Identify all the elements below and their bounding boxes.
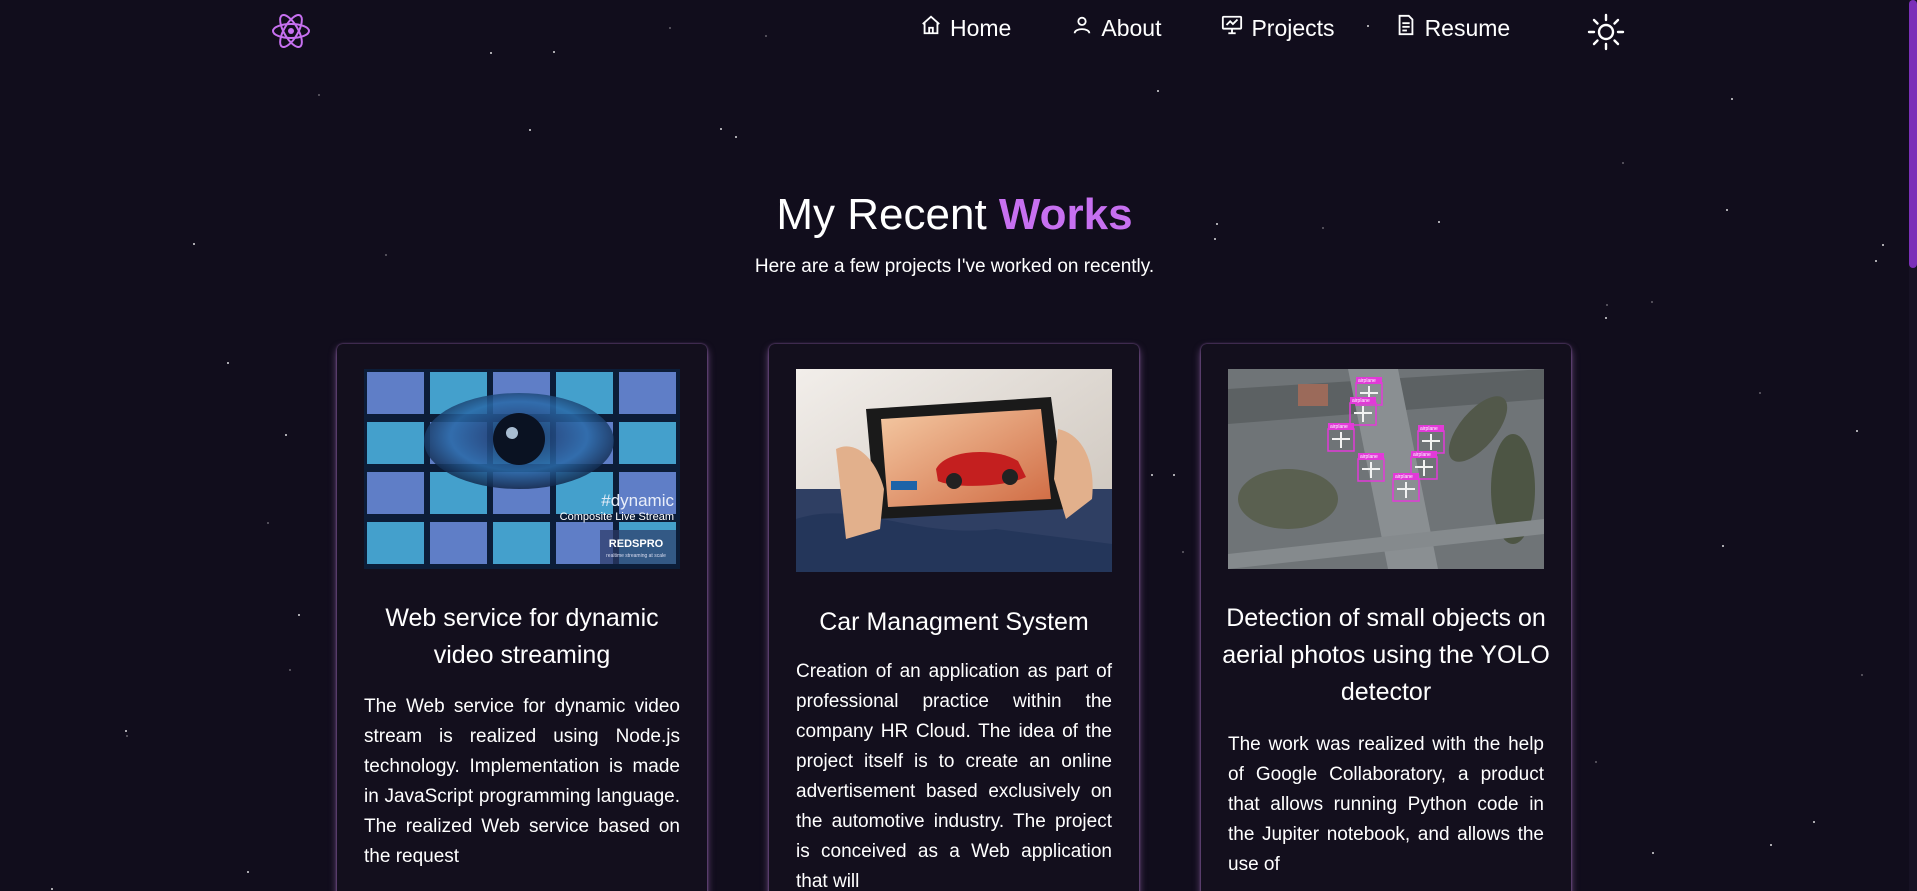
navbar: Home About Projects Resume (0, 0, 1909, 64)
project-card: airplane airplane airplane airplane airplane… (1201, 344, 1571, 891)
nav-about[interactable]: About (1071, 14, 1161, 42)
page-title-prefix: My Recent (776, 190, 987, 239)
detection-label: airplane (1413, 452, 1431, 458)
project-description: Creation of an application as part of pr… (796, 661, 1112, 891)
image-caption-text: Composite Live Stream (560, 511, 674, 523)
page: Home About Projects Resume My Recent Wor… (0, 0, 1917, 891)
image-tag-text: #dynamic (601, 491, 674, 510)
project-description: The work was realized with the help of G… (1228, 734, 1544, 875)
project-description: The Web service for dynamic video stream… (364, 696, 680, 867)
project-card: #dynamic Composite Live Stream REDSPRO r… (337, 344, 707, 891)
nav-about-label: About (1101, 14, 1162, 41)
scrollbar[interactable] (1909, 0, 1917, 891)
nav-home-label: Home (950, 14, 1012, 41)
nav-resume-label: Resume (1424, 14, 1511, 41)
detection-label: airplane (1395, 474, 1413, 480)
nav-links: Home About Projects Resume (920, 14, 1510, 42)
image-brand-text: REDSPRO (609, 538, 664, 550)
page-title: My Recent Works (0, 190, 1909, 240)
project-image-tablet-car (796, 369, 1112, 572)
project-image-video-wall: #dynamic Composite Live Stream REDSPRO r… (364, 369, 680, 569)
project-image-aerial-detection: airplane airplane airplane airplane airplane… (1228, 369, 1544, 569)
document-icon (1395, 14, 1417, 42)
detection-label: airplane (1360, 454, 1378, 460)
page-subtitle: Here are a few projects I've worked on r… (754, 256, 1155, 277)
project-title: Web service for dynamic video streaming (385, 604, 659, 669)
nav-resume[interactable]: Resume (1395, 14, 1511, 42)
project-title: Detection of small objects on aerial pho… (1222, 604, 1550, 706)
sun-icon[interactable] (1587, 13, 1625, 51)
presentation-icon (1221, 14, 1243, 42)
user-icon (1071, 14, 1093, 42)
project-title: Car Managment System (819, 608, 1089, 636)
page-title-accent: Works (998, 190, 1133, 239)
project-card: Car Managment System Creation of an appl… (769, 344, 1139, 891)
atom-icon[interactable] (270, 10, 312, 52)
detection-label: airplane (1330, 424, 1348, 430)
nav-projects-label: Projects (1251, 14, 1335, 41)
scrollbar-thumb[interactable] (1909, 0, 1917, 268)
detection-label: airplane (1420, 426, 1438, 432)
detection-label: airplane (1358, 378, 1376, 384)
image-brand-sub-text: realtime streaming at scale (606, 553, 666, 559)
detection-label: airplane (1352, 398, 1370, 404)
nav-projects[interactable]: Projects (1221, 14, 1335, 42)
home-icon (920, 14, 942, 42)
nav-home[interactable]: Home (920, 14, 1011, 42)
